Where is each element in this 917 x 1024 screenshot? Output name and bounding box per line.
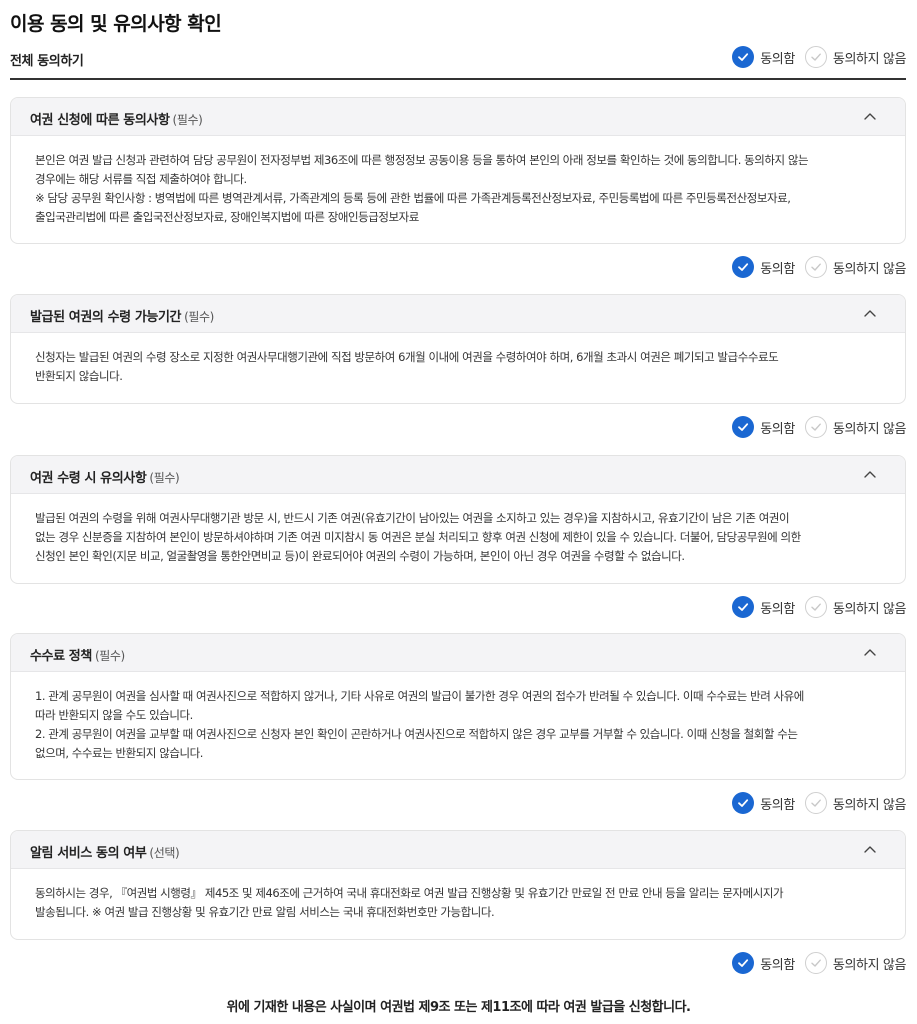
disagree-radio[interactable]: 동의하지 않음 [804,596,906,618]
consent-card: 알림 서비스 동의 여부 (선택) 동의하시는 경우, 『여권법 시행령』 제45… [10,830,906,940]
check-outline-icon [804,46,827,68]
agree-radio[interactable]: 동의함 [732,416,795,438]
consent-card-header[interactable]: 알림 서비스 동의 여부 (선택) [11,831,905,869]
agree-label: 동의함 [760,51,795,67]
disagree-label: 동의하지 않음 [832,261,906,277]
all-disagree-radio[interactable]: 동의하지 않음 [804,46,906,68]
consent-card: 여권 수령 시 유의사항 (필수) 발급된 여권의 수령을 위해 여권사무대행기관… [10,455,906,584]
agree-label: 동의함 [760,957,795,973]
disagree-radio[interactable]: 동의하지 않음 [804,952,906,974]
all-agree-radio-group: 동의함 동의하지 않음 [732,46,906,68]
consent-card-header[interactable]: 발급된 여권의 수령 가능기간 (필수) [11,295,905,333]
disagree-label: 동의하지 않음 [832,421,906,437]
check-icon [732,792,755,814]
disagree-label: 동의하지 않음 [832,601,906,617]
all-agree-radio[interactable]: 동의함 [732,46,795,68]
consent-section-fee-policy: 수수료 정책 (필수) 1. 관계 공무원이 여권을 심사할 때 여권사진으로 적… [10,633,906,830]
consent-card-body: 본인은 여권 발급 신청과 관련하여 담당 공무원이 전자정부법 제36조에 따… [11,136,905,243]
consent-card-body: 신청자는 발급된 여권의 수령 장소로 지정한 여권사무대행기관에 직접 방문하… [11,333,905,403]
agree-radio[interactable]: 동의함 [732,256,795,278]
consent-text: 신청자는 발급된 여권의 수령 장소로 지정한 여권사무대행기관에 직접 방문하… [35,350,779,383]
disagree-radio[interactable]: 동의하지 않음 [804,792,906,814]
consent-card-body: 1. 관계 공무원이 여권을 심사할 때 여권사진으로 적합하지 않거나, 기타… [11,672,905,779]
consent-card: 발급된 여권의 수령 가능기간 (필수) 신청자는 발급된 여권의 수령 장소로 … [10,294,906,404]
chevron-up-icon[interactable] [863,844,877,854]
check-icon [732,46,755,68]
consent-section-pickup-period: 발급된 여권의 수령 가능기간 (필수) 신청자는 발급된 여권의 수령 장소로 … [10,294,906,454]
agree-label: 동의함 [760,421,795,437]
consent-text: 본인은 여권 발급 신청과 관련하여 담당 공무원이 전자정부법 제36조에 따… [35,153,809,224]
section-agree-row: 동의함 동의하지 않음 [10,780,906,830]
consent-card: 여권 신청에 따른 동의사항 (필수) 본인은 여권 발급 신청과 관련하여 담당… [10,97,906,244]
page-title: 이용 동의 및 유의사항 확인 [10,13,222,35]
check-outline-icon [804,952,827,974]
section-radio-group: 동의함 동의하지 않음 [732,416,906,438]
chevron-up-icon[interactable] [863,469,877,479]
check-outline-icon [804,256,827,278]
required-tag: (필수) [149,471,180,485]
chevron-up-icon[interactable] [863,308,877,318]
consent-section-application: 여권 신청에 따른 동의사항 (필수) 본인은 여권 발급 신청과 관련하여 담당… [10,97,906,294]
section-radio-group: 동의함 동의하지 않음 [732,256,906,278]
consent-card: 수수료 정책 (필수) 1. 관계 공무원이 여권을 심사할 때 여권사진으로 적… [10,633,906,780]
consent-card-header[interactable]: 여권 수령 시 유의사항 (필수) [11,456,905,494]
disagree-label: 동의하지 않음 [832,957,906,973]
application-statement: 위에 기재한 내용은 사실이며 여권법 제9조 또는 제11조에 따라 여권 발… [226,1000,692,1015]
disagree-label: 동의하지 않음 [832,51,906,67]
required-tag: (필수) [184,310,214,324]
consent-card-title: 알림 서비스 동의 여부 (선택) [30,846,180,861]
consent-card-header[interactable]: 수수료 정책 (필수) [11,634,905,672]
chevron-up-icon[interactable] [863,111,877,121]
check-icon [732,256,755,278]
check-outline-icon [804,792,827,814]
all-agree-row: 전체 동의하기 동의함 동의하지 않음 [10,44,906,80]
consent-text: 발급된 여권의 수령을 위해 여권사무대행기관 방문 시, 반드시 기존 여권(… [35,511,801,563]
check-icon [732,416,755,438]
section-agree-row: 동의함 동의하지 않음 [10,404,906,454]
all-agree-label: 전체 동의하기 [10,54,84,69]
consent-section-pickup-notice: 여권 수령 시 유의사항 (필수) 발급된 여권의 수령을 위해 여권사무대행기관… [10,455,906,634]
required-tag: (필수) [172,113,203,127]
agree-radio[interactable]: 동의함 [732,596,795,618]
check-icon [732,596,755,618]
section-agree-row: 동의함 동의하지 않음 [10,244,906,294]
agree-label: 동의함 [760,261,795,277]
section-radio-group: 동의함 동의하지 않음 [732,952,906,974]
consent-card-title: 발급된 여권의 수령 가능기간 (필수) [30,310,214,325]
consent-card-body: 동의하시는 경우, 『여권법 시행령』 제45조 및 제46조에 근거하여 국내… [11,869,905,939]
section-radio-group: 동의함 동의하지 않음 [732,596,906,618]
agree-radio[interactable]: 동의함 [732,952,795,974]
check-icon [732,952,755,974]
consent-card-title: 여권 수령 시 유의사항 (필수) [30,471,180,486]
required-tag: (필수) [94,649,125,663]
check-outline-icon [804,416,827,438]
section-agree-row: 동의함 동의하지 않음 [10,940,906,990]
optional-tag: (선택) [149,846,180,860]
consent-card-title: 여권 신청에 따른 동의사항 (필수) [30,113,203,128]
consent-text: 1. 관계 공무원이 여권을 심사할 때 여권사진으로 적합하지 않거나, 기타… [35,689,804,760]
consent-card-title: 수수료 정책 (필수) [30,649,125,664]
disagree-radio[interactable]: 동의하지 않음 [804,416,906,438]
agree-label: 동의함 [760,797,795,813]
disagree-radio[interactable]: 동의하지 않음 [804,256,906,278]
consent-card-header[interactable]: 여권 신청에 따른 동의사항 (필수) [11,98,905,136]
section-agree-row: 동의함 동의하지 않음 [10,584,906,634]
chevron-up-icon[interactable] [863,647,877,657]
agree-radio[interactable]: 동의함 [732,792,795,814]
disagree-label: 동의하지 않음 [832,797,906,813]
section-radio-group: 동의함 동의하지 않음 [732,792,906,814]
check-outline-icon [804,596,827,618]
consent-section-notification: 알림 서비스 동의 여부 (선택) 동의하시는 경우, 『여권법 시행령』 제45… [10,830,906,990]
agree-label: 동의함 [760,601,795,617]
consent-text: 동의하시는 경우, 『여권법 시행령』 제45조 및 제46조에 근거하여 국내… [35,886,784,919]
consent-card-body: 발급된 여권의 수령을 위해 여권사무대행기관 방문 시, 반드시 기존 여권(… [11,494,905,583]
